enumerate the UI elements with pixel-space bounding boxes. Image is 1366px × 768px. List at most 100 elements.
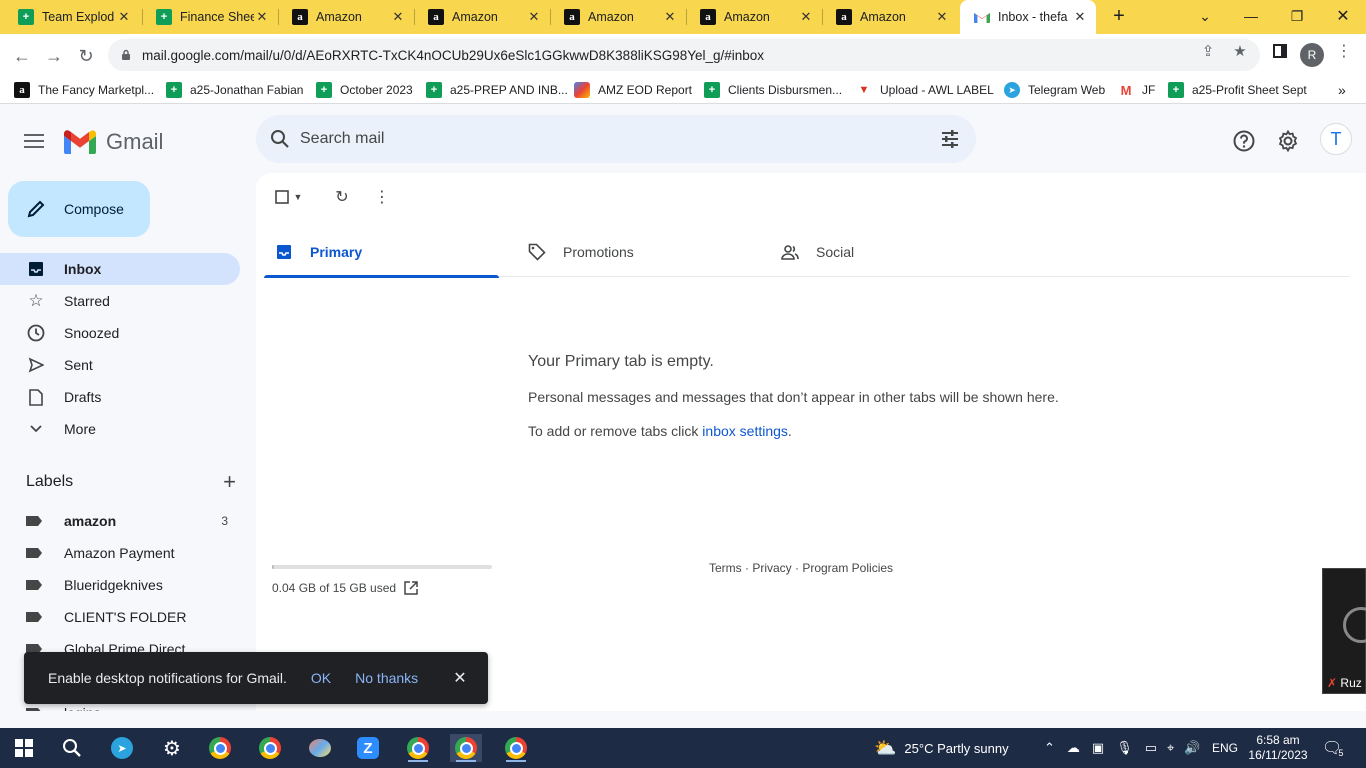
minimize-icon[interactable]: —	[1228, 0, 1274, 32]
toast-no-thanks-button[interactable]: No thanks	[355, 670, 418, 686]
window-close-icon[interactable]: ✕	[1320, 0, 1366, 32]
tab-primary[interactable]: Primary	[264, 227, 499, 278]
search-icon[interactable]	[270, 129, 290, 149]
bookmark-star-icon[interactable]: ★	[1230, 41, 1250, 61]
refresh-icon[interactable]: ↻	[332, 187, 352, 207]
settings-gear-icon[interactable]: ⚙	[156, 734, 188, 762]
sidebar-item-starred[interactable]: ☆ Starred	[0, 285, 240, 317]
paint-icon[interactable]	[304, 734, 336, 762]
add-label-icon[interactable]: +	[223, 471, 236, 493]
bookmark-item[interactable]: + a25-PREP AND INB...	[426, 81, 568, 99]
browser-tab[interactable]: a Amazon ✕	[414, 0, 550, 34]
sidebar-item-drafts[interactable]: Drafts	[0, 381, 240, 413]
chevron-down-icon[interactable]: ⌄	[1182, 0, 1228, 32]
footer-links[interactable]: Terms · Privacy · Program Policies	[709, 561, 893, 575]
main-menu-icon[interactable]	[24, 131, 48, 149]
account-avatar[interactable]: T	[1320, 123, 1352, 155]
notification-center-icon[interactable]: 🗨 5	[1322, 728, 1343, 768]
label-item[interactable]: CLIENT'S FOLDER	[0, 601, 240, 633]
chrome-profile-icon[interactable]	[402, 734, 434, 762]
forward-arrow-icon[interactable]: →	[40, 42, 68, 70]
zoom-icon[interactable]: Z	[352, 734, 384, 762]
volume-icon[interactable]: 🔊	[1184, 740, 1200, 756]
back-arrow-icon[interactable]: ←	[8, 42, 36, 70]
reload-icon[interactable]: ↻	[72, 42, 100, 70]
bookmark-item[interactable]: AMZ EOD Report	[574, 81, 692, 99]
bookmark-item[interactable]: a The Fancy Marketpl...	[14, 81, 154, 99]
browser-tab[interactable]: a Amazon ✕	[550, 0, 686, 34]
toast-ok-button[interactable]: OK	[311, 670, 331, 686]
bookmark-item[interactable]: + October 2023	[316, 81, 413, 99]
select-dropdown-icon[interactable]: ▼	[292, 187, 304, 207]
close-icon[interactable]: ✕	[1072, 9, 1088, 25]
chrome-icon[interactable]	[204, 734, 236, 762]
label-item[interactable]: Amazon Payment	[0, 537, 240, 569]
telegram-icon[interactable]: ➤	[106, 734, 138, 762]
browser-tab[interactable]: + Finance Shee ✕	[142, 0, 278, 34]
sidebar-item-snoozed[interactable]: Snoozed	[0, 317, 240, 349]
sidebar-item-more[interactable]: More	[0, 413, 240, 445]
browser-tab[interactable]: a Amazon ✕	[686, 0, 822, 34]
settings-gear-icon[interactable]	[1276, 129, 1300, 153]
share-icon[interactable]: ⇪	[1198, 41, 1218, 61]
search-input[interactable]	[300, 125, 900, 153]
close-icon[interactable]: ✕	[254, 9, 270, 25]
cloud-icon[interactable]: ☁	[1067, 740, 1080, 756]
search-options-icon[interactable]	[940, 129, 960, 149]
chrome-profile-icon[interactable]	[450, 734, 482, 762]
browser-tab-active[interactable]: Inbox - thefa ✕	[960, 0, 1096, 34]
network-icon[interactable]: ⌖	[1167, 740, 1174, 756]
language-indicator[interactable]: ENG	[1212, 728, 1238, 768]
profile-avatar[interactable]: R	[1300, 43, 1324, 67]
inbox-settings-link[interactable]: inbox settings	[702, 423, 788, 439]
restore-icon[interactable]: ❐	[1274, 0, 1320, 32]
close-icon[interactable]: ✕	[390, 9, 406, 25]
battery-icon[interactable]: ▭	[1145, 740, 1157, 756]
address-bar[interactable]: mail.google.com/mail/u/0/d/AEoRXRTC-TxCK…	[108, 39, 1260, 71]
tab-social[interactable]: Social	[770, 227, 1005, 277]
chrome-profile-icon[interactable]	[500, 734, 532, 762]
close-icon[interactable]: ✕	[798, 9, 814, 25]
floating-video-window[interactable]: ✗ Ruz	[1322, 568, 1366, 694]
weather-widget[interactable]: ⛅ 25°C Partly sunny	[874, 728, 1009, 768]
browser-tab[interactable]: a Amazon ✕	[278, 0, 414, 34]
system-tray-icons[interactable]: ⌃ ☁ ▣ 🎙 ▭ ⌖ 🔊	[1044, 728, 1201, 768]
help-icon[interactable]	[1232, 129, 1256, 153]
browser-tab[interactable]: a Amazon ✕	[822, 0, 958, 34]
tab-promotions[interactable]: Promotions	[517, 227, 752, 277]
browser-tab[interactable]: + Team Explod ✕	[4, 0, 140, 34]
bookmark-item[interactable]: ➤ Telegram Web	[1004, 81, 1105, 99]
close-icon[interactable]: ✕	[662, 9, 678, 25]
bookmark-item[interactable]: + a25-Jonathan Fabian	[166, 81, 303, 99]
windows-start-icon[interactable]	[8, 734, 40, 762]
sidebar-item-sent[interactable]: Sent	[0, 349, 240, 381]
bookmark-item[interactable]: + a25-Profit Sheet Sept	[1168, 81, 1307, 99]
close-icon[interactable]: ✕	[116, 9, 132, 25]
bookmark-item[interactable]: ▼ Upload - AWL LABEL	[856, 81, 994, 99]
microphone-icon[interactable]: 🎙	[1116, 740, 1133, 756]
bookmarks-overflow-button[interactable]: »	[1338, 81, 1346, 99]
new-tab-icon[interactable]: +	[1096, 0, 1142, 32]
label-item-amazon[interactable]: amazon 3	[0, 505, 240, 537]
label-item[interactable]: Blueridgeknives	[0, 569, 240, 601]
bookmark-item[interactable]: + Clients Disbursmen...	[704, 81, 842, 99]
chrome-icon[interactable]	[254, 734, 286, 762]
clock[interactable]: 6:58 am 16/11/2023	[1248, 728, 1308, 768]
compose-button[interactable]: Compose	[8, 181, 150, 237]
browser-tab-strip: + Team Explod ✕ + Finance Shee ✕ a Amazo…	[0, 0, 1366, 34]
close-icon[interactable]: ✕	[450, 668, 470, 688]
gmail-logo[interactable]: Gmail	[64, 129, 163, 155]
more-vert-icon[interactable]: ⋮	[372, 187, 392, 207]
open-external-icon[interactable]	[404, 581, 418, 595]
sidebar-item-inbox[interactable]: Inbox	[0, 253, 240, 285]
chevron-up-icon[interactable]: ⌃	[1044, 740, 1055, 756]
close-icon[interactable]: ✕	[934, 9, 950, 25]
close-icon[interactable]: ✕	[526, 9, 542, 25]
search-icon[interactable]	[56, 734, 88, 762]
bookmark-item[interactable]: M JF	[1118, 81, 1156, 99]
amazon-icon: a	[564, 9, 580, 25]
select-checkbox[interactable]	[272, 187, 292, 207]
side-panel-icon[interactable]	[1270, 41, 1290, 61]
more-vert-icon[interactable]: ⋮	[1334, 41, 1354, 61]
camera-icon[interactable]: ▣	[1092, 740, 1104, 756]
